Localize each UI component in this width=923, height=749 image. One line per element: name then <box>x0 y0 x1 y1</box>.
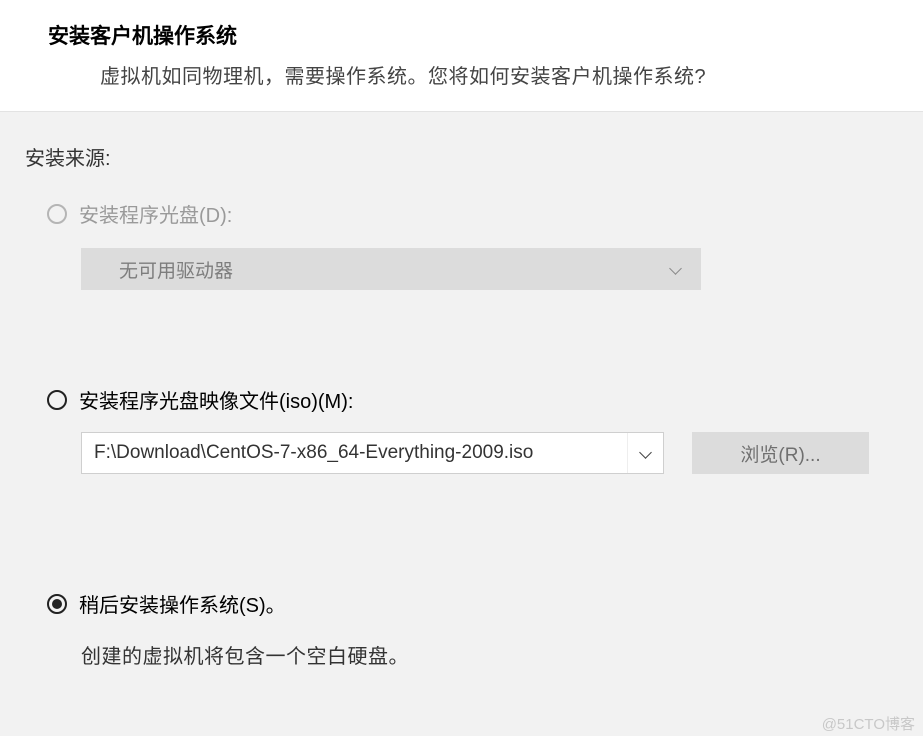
radio-iso[interactable] <box>47 390 67 410</box>
option-later-label: 稍后安装操作系统(S)。 <box>79 589 286 618</box>
option-later-row[interactable]: 稍后安装操作系统(S)。 <box>47 589 923 618</box>
disc-drive-dropdown-text: 无可用驱动器 <box>119 256 233 283</box>
chevron-down-icon <box>669 262 683 276</box>
option-later-hint: 创建的虚拟机将包含一个空白硬盘。 <box>81 640 923 669</box>
option-iso-label: 安装程序光盘映像文件(iso)(M): <box>79 385 353 414</box>
option-later-block: 稍后安装操作系统(S)。 创建的虚拟机将包含一个空白硬盘。 <box>47 589 923 669</box>
watermark: @51CTO博客 <box>822 713 915 734</box>
iso-path-combobox[interactable]: F:\Download\CentOS-7-x86_64-Everything-2… <box>81 432 664 474</box>
option-disc-block: 安装程序光盘(D): 无可用驱动器 <box>47 199 923 290</box>
option-disc-row: 安装程序光盘(D): <box>47 199 923 228</box>
page-title: 安装客户机操作系统 <box>48 20 875 50</box>
disc-drive-dropdown: 无可用驱动器 <box>81 248 701 290</box>
iso-path-dropdown-button[interactable] <box>627 433 663 473</box>
install-source-options: 安装程序光盘(D): 无可用驱动器 安装程序光盘映像文件(iso)(M): F:… <box>47 199 923 669</box>
chevron-down-icon <box>639 446 653 460</box>
wizard-body: 安装来源: 安装程序光盘(D): 无可用驱动器 安装程序光盘映像文件(iso)(… <box>0 111 923 736</box>
browse-button[interactable]: 浏览(R)... <box>692 432 869 474</box>
option-disc-label: 安装程序光盘(D): <box>79 199 232 228</box>
wizard-header: 安装客户机操作系统 虚拟机如同物理机，需要操作系统。您将如何安装客户机操作系统? <box>0 0 923 111</box>
option-iso-block: 安装程序光盘映像文件(iso)(M): F:\Download\CentOS-7… <box>47 385 923 474</box>
radio-later[interactable] <box>47 594 67 614</box>
radio-disc <box>47 204 67 224</box>
iso-path-row: F:\Download\CentOS-7-x86_64-Everything-2… <box>81 432 923 474</box>
install-source-label: 安装来源: <box>25 142 923 171</box>
page-subtitle: 虚拟机如同物理机，需要操作系统。您将如何安装客户机操作系统? <box>48 60 875 89</box>
option-iso-row[interactable]: 安装程序光盘映像文件(iso)(M): <box>47 385 923 414</box>
iso-path-text[interactable]: F:\Download\CentOS-7-x86_64-Everything-2… <box>82 442 627 464</box>
